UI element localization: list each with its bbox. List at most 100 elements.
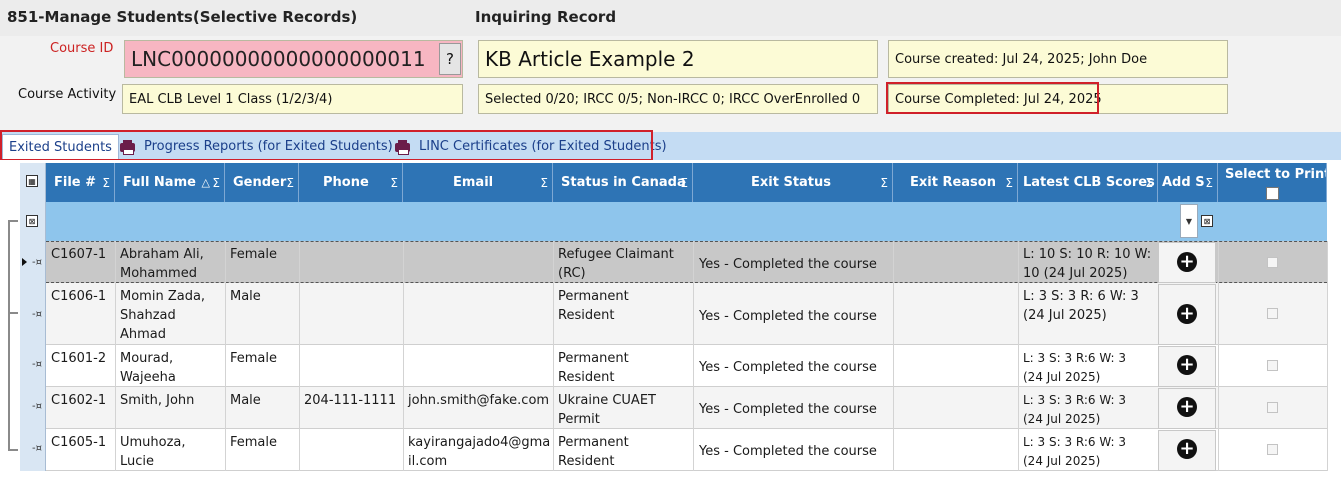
print-checkbox[interactable]: [1267, 360, 1278, 371]
cell-phone[interactable]: 204-111-1111: [300, 388, 403, 413]
print-checkbox[interactable]: [1267, 308, 1278, 319]
cell-exit-status[interactable]: Yes - Completed the course: [695, 252, 893, 277]
col-header-phone[interactable]: Phone Σ: [299, 163, 403, 202]
filter-clear-icon[interactable]: ⊠: [1201, 215, 1213, 227]
course-activity-label: Course Activity: [18, 87, 117, 102]
cell-exit-status[interactable]: Yes - Completed the course: [695, 397, 893, 422]
add-icon[interactable]: +: [1177, 252, 1197, 272]
filter-row[interactable]: [46, 202, 1327, 241]
col-header-exit-reason[interactable]: Exit Reason Σ: [893, 163, 1018, 202]
clb-line: (24 Jul 2025): [1023, 412, 1101, 426]
print-checkbox[interactable]: [1267, 444, 1278, 455]
name-line: Lucie: [120, 454, 155, 469]
col-header-file[interactable]: File # Σ: [46, 163, 115, 202]
filter-clear-icon[interactable]: ⊠: [26, 215, 38, 227]
col-header-add[interactable]: Add SΣ: [1158, 163, 1218, 202]
status-line: Refugee Claimant: [558, 247, 674, 262]
col-header-status[interactable]: Status in Canada Σ: [553, 163, 693, 202]
cell-file[interactable]: C1607-1: [47, 242, 115, 267]
cell-gender[interactable]: Female: [226, 346, 299, 371]
cell-email[interactable]: kayirangajado4@gma il.com: [404, 430, 553, 474]
clb-line: (24 Jul 2025): [1023, 370, 1101, 384]
clb-line: (24 Jul 2025): [1023, 454, 1101, 468]
cell-gender[interactable]: Male: [226, 284, 299, 309]
cell-status[interactable]: Refugee Claimant (RC): [554, 242, 693, 286]
col-label: Email: [453, 175, 494, 190]
cell-name[interactable]: Abraham Ali, Mohammed: [116, 242, 225, 286]
cell-name[interactable]: Umuhoza, Lucie: [116, 430, 225, 474]
cell-exit-status[interactable]: Yes - Completed the course: [695, 439, 893, 464]
grid-line: [299, 241, 300, 471]
course-activity-field[interactable]: EAL CLB Level 1 Class (1/2/3/4): [122, 84, 463, 114]
status-line: (RC): [558, 266, 586, 281]
col-header-exit-status[interactable]: Exit Status Σ: [693, 163, 893, 202]
cell-gender[interactable]: Male: [226, 388, 299, 413]
col-header-email[interactable]: Email Σ: [403, 163, 553, 202]
cell-email[interactable]: john.smith@fake.com: [404, 388, 553, 413]
cell-file[interactable]: C1602-1: [47, 388, 115, 413]
cell-status[interactable]: Permanent Resident: [554, 346, 693, 390]
col-header-gender[interactable]: Gender Σ: [225, 163, 299, 202]
pin-icon: -¤: [32, 401, 42, 412]
help-button[interactable]: ?: [439, 43, 461, 75]
pin-icon: -¤: [32, 443, 42, 454]
cell-file[interactable]: C1605-1: [47, 430, 115, 455]
name-line: Umuhoza,: [120, 435, 186, 450]
cell-name[interactable]: Mourad, Wajeeha: [116, 346, 225, 390]
sum-icon[interactable]: Σ: [212, 176, 220, 190]
sum-icon[interactable]: Σ: [680, 176, 688, 190]
tree-branch: [8, 312, 18, 314]
cell-file[interactable]: C1601-2: [47, 346, 115, 371]
cell-name[interactable]: Smith, John: [116, 388, 225, 413]
sum-icon[interactable]: Σ: [1205, 176, 1213, 190]
cell-file[interactable]: C1606-1: [47, 284, 115, 309]
chevron-down-icon[interactable]: ▼: [1180, 204, 1198, 238]
sum-icon[interactable]: Σ: [540, 176, 548, 190]
cell-status[interactable]: Permanent Resident: [554, 430, 693, 474]
col-label: Gender: [233, 175, 287, 190]
add-icon[interactable]: +: [1177, 304, 1197, 324]
print-checkbox[interactable]: [1267, 402, 1278, 413]
sum-icon[interactable]: Σ: [390, 176, 398, 190]
name-line: Wajeeha: [120, 370, 176, 385]
cell-status[interactable]: Permanent Resident: [554, 284, 693, 328]
sum-icon[interactable]: Σ: [880, 176, 888, 190]
cell-exit-status[interactable]: Yes - Completed the course: [695, 304, 893, 329]
cell-gender[interactable]: Female: [226, 242, 299, 267]
col-header-name[interactable]: Full Name △ Σ: [115, 163, 225, 202]
col-label: Exit Status: [751, 175, 832, 190]
highlight-course-completed: [886, 82, 1099, 114]
column-chooser-icon[interactable]: ▦: [26, 175, 38, 187]
course-created-field: Course created: Jul 24, 2025; John Doe: [888, 40, 1228, 78]
name-line: Mourad,: [120, 351, 174, 366]
sum-icon[interactable]: Σ: [1145, 176, 1153, 190]
tree-branch: [8, 449, 18, 451]
cell-status[interactable]: Ukraine CUAET Permit: [554, 388, 693, 432]
add-icon[interactable]: +: [1177, 355, 1197, 375]
clb-line: L: 3 S: 3 R:6 W: 3: [1023, 393, 1127, 407]
cell-exit-status[interactable]: Yes - Completed the course: [695, 355, 893, 380]
cell-gender[interactable]: Female: [226, 430, 299, 455]
cell-clb[interactable]: L: 3 S: 3 R:6 W: 3 (24 Jul 2025): [1019, 346, 1158, 390]
clb-line: L: 3 S: 3 R:6 W: 3: [1023, 435, 1127, 449]
print-checkbox[interactable]: [1267, 257, 1278, 268]
col-label: Select to Print: [1225, 167, 1327, 182]
course-name-field[interactable]: KB Article Example 2: [478, 40, 878, 78]
sum-icon[interactable]: Σ: [102, 176, 110, 190]
cell-name[interactable]: Momin Zada, Shahzad Ahmad: [116, 284, 225, 347]
sum-icon[interactable]: Σ: [1005, 176, 1013, 190]
cell-clb[interactable]: L: 3 S: 3 R:6 W: 3 (24 Jul 2025): [1019, 388, 1158, 432]
email-line: il.com: [408, 454, 448, 469]
col-header-clb[interactable]: Latest CLB Scores Σ: [1018, 163, 1158, 202]
add-icon[interactable]: +: [1177, 397, 1197, 417]
cell-clb[interactable]: L: 3 S: 3 R:6 W: 3 (24 Jul 2025): [1019, 430, 1158, 474]
col-label: Latest CLB Scores: [1023, 175, 1155, 190]
cell-clb[interactable]: L: 10 S: 10 R: 10 W: 10 (24 Jul 2025): [1019, 242, 1158, 286]
cell-clb[interactable]: L: 3 S: 3 R: 6 W: 3 (24 Jul 2025): [1019, 284, 1158, 328]
sort-asc-icon[interactable]: △: [202, 176, 210, 189]
sum-icon[interactable]: Σ: [286, 176, 294, 190]
clb-line: 10 (24 Jul 2025): [1023, 266, 1128, 281]
course-id-field[interactable]: LNC00000000000000000011: [124, 40, 463, 78]
select-all-checkbox[interactable]: [1266, 187, 1279, 200]
add-icon[interactable]: +: [1177, 439, 1197, 459]
